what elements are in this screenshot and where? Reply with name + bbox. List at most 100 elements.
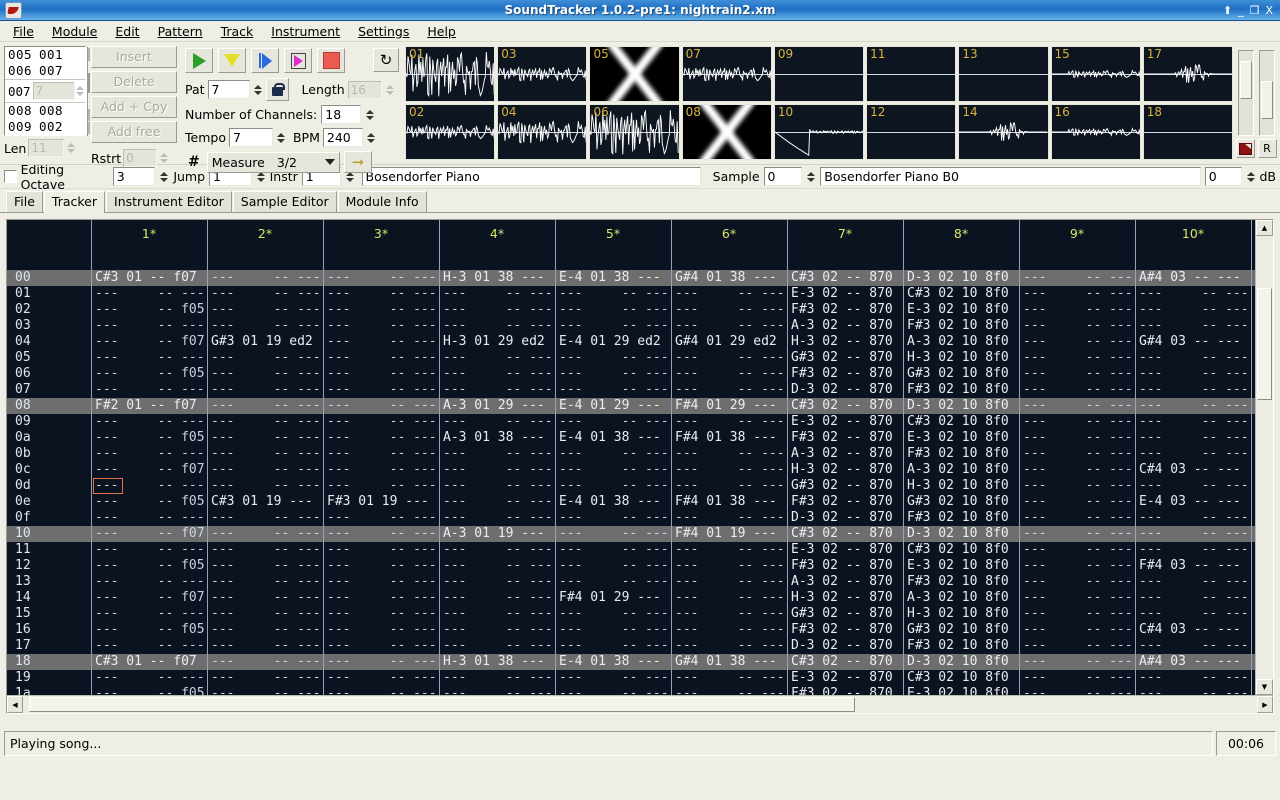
- pattern-cell[interactable]: --- -- ---: [675, 462, 785, 478]
- pattern-cell[interactable]: --- -- ---: [1023, 446, 1133, 462]
- pattern-cell[interactable]: --- -- ---: [95, 670, 205, 686]
- pattern-cell[interactable]: C#4 03 -- ---: [1139, 622, 1241, 638]
- pattern-row[interactable]: 0d --- -- --- --- -- --- --- -- --- --- -- -…: [7, 478, 1255, 494]
- pattern-cell[interactable]: --- -- ---: [1023, 366, 1133, 382]
- tab-tracker[interactable]: Tracker: [43, 191, 106, 213]
- pattern-cell[interactable]: --- -- f05: [95, 494, 205, 510]
- pattern-cell[interactable]: E-4 01 38 ---: [559, 494, 661, 510]
- pattern-cell[interactable]: A-3 02 -- 870: [791, 574, 893, 590]
- pattern-cell[interactable]: --- -- ---: [1023, 510, 1133, 526]
- pattern-cell[interactable]: F#3 02 -- 870: [791, 302, 893, 318]
- playlist-pat-spinner[interactable]: [75, 83, 85, 99]
- menu-help[interactable]: Help: [418, 22, 465, 41]
- pattern-cell[interactable]: --- -- f05: [95, 430, 205, 446]
- play-block-button[interactable]: [284, 48, 312, 73]
- pattern-cell[interactable]: G#3 02 10 8f0: [907, 494, 1009, 510]
- pattern-cell[interactable]: --- -- ---: [327, 590, 437, 606]
- pattern-cell[interactable]: --- -- ---: [559, 686, 669, 695]
- pat-value[interactable]: 7: [207, 80, 250, 99]
- minimize-button[interactable]: _: [1238, 5, 1244, 16]
- pattern-cell[interactable]: --- -- ---: [211, 366, 321, 382]
- pattern-cell[interactable]: --- -- ---: [675, 446, 785, 462]
- pattern-cell[interactable]: --- -- ---: [559, 462, 669, 478]
- pattern-cell[interactable]: H-3 02 10 8f0: [907, 478, 1009, 494]
- pattern-cell[interactable]: F#3 01 19 ---: [327, 494, 429, 510]
- scope-channel-03[interactable]: 03: [497, 46, 588, 102]
- pattern-cell[interactable]: --- -- ---: [1139, 686, 1249, 695]
- pattern-cell[interactable]: --- -- ---: [327, 478, 437, 494]
- length-spinner[interactable]: [385, 82, 395, 98]
- pattern-cell[interactable]: --- -- ---: [211, 654, 321, 670]
- pattern-cell[interactable]: F#4 01 29 ---: [559, 590, 661, 606]
- pattern-cell[interactable]: --- -- ---: [443, 446, 553, 462]
- pattern-cell[interactable]: --- -- ---: [443, 622, 553, 638]
- pattern-cell[interactable]: F#4 01 19 ---: [675, 526, 777, 542]
- pattern-cell[interactable]: G#4 01 29 ed2: [675, 334, 777, 350]
- pattern-cell[interactable]: --- -- ---: [559, 350, 669, 366]
- pattern-row[interactable]: 10 --- -- f07 --- -- --- --- -- --- A-3 01 1…: [7, 526, 1255, 542]
- editing-octave-spinner[interactable]: [160, 169, 169, 185]
- pattern-channel-header-10[interactable]: 10*: [1135, 226, 1251, 241]
- pattern-cell[interactable]: --- -- ---: [211, 558, 321, 574]
- pattern-cell[interactable]: --- -- ---: [1023, 590, 1133, 606]
- pattern-cell[interactable]: --- -- ---: [211, 350, 321, 366]
- pattern-cell[interactable]: C#3 01 -- f07: [95, 270, 197, 286]
- pattern-cell[interactable]: --- -- ---: [443, 670, 553, 686]
- pattern-cell[interactable]: --- -- ---: [327, 638, 437, 654]
- pattern-cell[interactable]: --- -- ---: [443, 366, 553, 382]
- pattern-channel-header-3[interactable]: 3*: [323, 226, 439, 241]
- pattern-cell[interactable]: --- -- ---: [327, 366, 437, 382]
- pattern-cell[interactable]: G#4 01 38 ---: [675, 654, 777, 670]
- pattern-cell[interactable]: --- -- ---: [675, 590, 785, 606]
- pattern-cell[interactable]: --- -- ---: [675, 510, 785, 526]
- pattern-cell[interactable]: F#3 02 10 8f0: [907, 446, 1009, 462]
- pattern-cell[interactable]: --- -- ---: [559, 638, 669, 654]
- pattern-cell[interactable]: A-3 02 -- 870: [791, 446, 893, 462]
- pattern-cell[interactable]: --- -- ---: [1023, 574, 1133, 590]
- pattern-cell[interactable]: --- -- ---: [1023, 478, 1133, 494]
- pattern-cell[interactable]: --- -- ---: [211, 462, 321, 478]
- pat-spinner[interactable]: [253, 82, 263, 98]
- pattern-cell[interactable]: A-3 01 19 ---: [443, 526, 545, 542]
- pattern-cell[interactable]: --- -- ---: [211, 686, 321, 695]
- playlist[interactable]: 005 001 006 007 007 7 008 008 009 002: [4, 46, 86, 136]
- pattern-cell[interactable]: H-3 01 38 ---: [443, 270, 545, 286]
- pattern-cell[interactable]: C#3 02 -- 870: [791, 270, 893, 286]
- pattern-row[interactable]: 08 F#2 01 -- f07 --- -- --- --- -- --- A-3 0…: [7, 398, 1255, 414]
- pattern-cell[interactable]: --- -- ---: [1139, 398, 1249, 414]
- pattern-cell[interactable]: --- -- ---: [1139, 542, 1249, 558]
- pattern-cell[interactable]: --- -- ---: [1139, 318, 1249, 334]
- pattern-cell[interactable]: --- -- ---: [1023, 414, 1133, 430]
- pattern-cell[interactable]: --- -- ---: [211, 302, 321, 318]
- pattern-cell[interactable]: G#3 02 10 8f0: [907, 366, 1009, 382]
- pattern-cell[interactable]: --- -- ---: [327, 414, 437, 430]
- scope-channel-15[interactable]: 15: [1050, 46, 1141, 102]
- pattern-cell[interactable]: --- -- ---: [327, 430, 437, 446]
- restart-spinner[interactable]: [160, 150, 169, 166]
- pattern-cell[interactable]: --- -- ---: [1023, 686, 1133, 695]
- pattern-row[interactable]: 05 --- -- --- --- -- --- --- -- --- --- -- -…: [7, 350, 1255, 366]
- pattern-cell[interactable]: --- -- ---: [443, 494, 553, 510]
- pattern-cell[interactable]: A-3 02 -- 870: [791, 318, 893, 334]
- pattern-cell[interactable]: --- -- ---: [1023, 606, 1133, 622]
- pattern-cell[interactable]: --- -- ---: [675, 542, 785, 558]
- sample-spinner[interactable]: [807, 169, 816, 185]
- pattern-cell[interactable]: C#3 01 -- f07: [95, 654, 197, 670]
- pattern-cell[interactable]: --- -- ---: [675, 478, 785, 494]
- pattern-row[interactable]: 03 --- -- --- --- -- --- --- -- --- --- -- -…: [7, 318, 1255, 334]
- playlist-row[interactable]: 006 007: [5, 63, 85, 79]
- pattern-cell[interactable]: --- -- ---: [559, 366, 669, 382]
- tab-instrument-editor[interactable]: Instrument Editor: [106, 191, 232, 212]
- pattern-cell[interactable]: --- -- ---: [211, 446, 321, 462]
- pattern-cell[interactable]: --- -- f07: [95, 462, 205, 478]
- pattern-cell[interactable]: --- -- ---: [211, 270, 321, 286]
- pattern-cell[interactable]: H-3 02 -- 870: [791, 334, 893, 350]
- pattern-cell[interactable]: --- -- ---: [327, 318, 437, 334]
- pattern-cell[interactable]: --- -- ---: [211, 670, 321, 686]
- pattern-cell[interactable]: --- -- ---: [1023, 622, 1133, 638]
- pattern-cell[interactable]: --- -- ---: [95, 638, 205, 654]
- scope-channel-18[interactable]: 18: [1142, 104, 1233, 160]
- pattern-cell[interactable]: G#3 02 10 8f0: [907, 622, 1009, 638]
- pattern-cell[interactable]: --- -- ---: [327, 558, 437, 574]
- pattern-cell[interactable]: --- -- ---: [559, 382, 669, 398]
